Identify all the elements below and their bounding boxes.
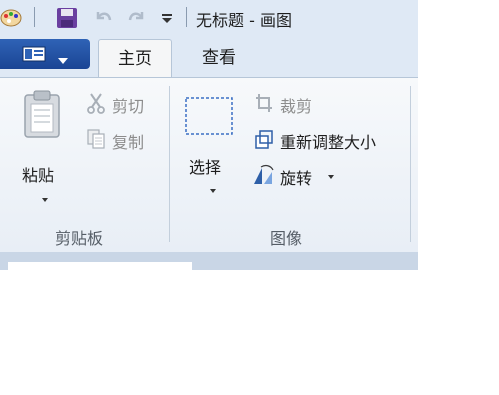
clipboard-group: 粘贴 剪切 复制 剪贴板: [0, 78, 168, 254]
undo-icon[interactable]: [92, 7, 114, 29]
drawing-canvas[interactable]: [8, 262, 192, 270]
resize-button[interactable]: 重新调整大小: [252, 126, 402, 152]
resize-label: 重新调整大小: [280, 133, 377, 152]
rotate-icon: [252, 164, 276, 186]
rotate-label: 旋转: [280, 169, 313, 188]
cut-button[interactable]: 剪切: [84, 90, 156, 116]
crop-label: 裁剪: [280, 97, 313, 116]
paste-button[interactable]: 粘贴: [14, 88, 70, 202]
title-bar: 无标题 - 画图: [0, 0, 418, 36]
paste-icon: [22, 90, 62, 138]
file-menu-dropdown-icon: [58, 50, 68, 64]
customize-quick-access-icon[interactable]: [160, 10, 174, 24]
crop-icon: [254, 92, 274, 114]
file-menu-icon: [22, 46, 46, 62]
image-group-label: 图像: [270, 229, 303, 248]
resize-icon: [254, 128, 274, 150]
select-dropdown-caret: [210, 189, 216, 193]
clipboard-group-label: 剪贴板: [55, 229, 104, 248]
ribbon-tab-row: 主页 查看: [0, 36, 418, 78]
cut-label: 剪切: [112, 97, 145, 116]
crop-button[interactable]: 裁剪: [252, 90, 332, 116]
tab-view[interactable]: 查看: [184, 40, 254, 76]
rotate-button[interactable]: 旋转: [252, 162, 352, 188]
rotate-dropdown-caret: [328, 175, 334, 179]
paste-dropdown-caret: [42, 198, 48, 202]
window-title: 无标题 - 画图: [196, 11, 292, 30]
paste-label: 粘贴: [22, 166, 55, 185]
file-menu-button[interactable]: [0, 39, 90, 69]
tab-home[interactable]: 主页: [98, 39, 172, 78]
copy-label: 复制: [112, 133, 145, 152]
select-label: 选择: [189, 158, 222, 177]
group-divider: [169, 86, 170, 242]
group-divider: [410, 86, 411, 242]
save-icon[interactable]: [56, 7, 78, 29]
scissors-icon: [86, 92, 106, 114]
select-button[interactable]: 选择: [180, 88, 240, 198]
image-group: 选择 裁剪 重新调整大小 旋转 图像: [172, 78, 412, 254]
copy-button[interactable]: 复制: [84, 126, 156, 152]
select-rectangle-icon: [184, 96, 234, 136]
ribbon-panel: 粘贴 剪切 复制 剪贴板 选择 裁剪 重新调整大小 旋转 图像: [0, 77, 418, 253]
copy-icon: [86, 128, 106, 150]
paint-app-icon[interactable]: [0, 8, 22, 28]
redo-icon[interactable]: [126, 7, 148, 29]
